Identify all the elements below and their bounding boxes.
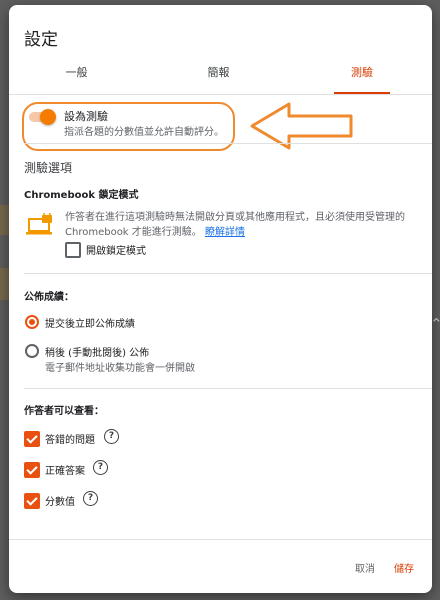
quiz-options-title: 測驗選項 <box>24 161 73 175</box>
tab-quiz[interactable]: 測驗 <box>334 61 390 94</box>
release-grade-heading: 公佈成績： <box>24 292 74 303</box>
point-values-checkbox[interactable] <box>24 493 40 509</box>
divider <box>24 143 432 144</box>
help-icon[interactable]: ? <box>93 460 108 475</box>
tab-bar: 一般 簡報 測驗 <box>9 61 432 95</box>
save-button[interactable]: 儲存 <box>394 560 414 575</box>
correct-answers-label: 正確答案 <box>45 466 85 477</box>
missed-questions-checkbox[interactable] <box>24 431 40 447</box>
missed-questions-label: 答錯的問題 <box>45 435 95 446</box>
release-later-label: 稍後 (手動批閱後) 公佈 <box>45 348 150 359</box>
release-immediately-radio[interactable] <box>25 315 39 329</box>
tab-general[interactable]: 一般 <box>39 61 114 94</box>
respondent-can-see-heading: 作答者可以查看： <box>24 406 104 417</box>
background-strip <box>0 268 9 300</box>
lock-mode-checkbox[interactable] <box>65 242 81 258</box>
settings-dialog: 設定 一般 簡報 測驗 設為測驗 指派各題的分數值並允許自動評分。 測驗選項 C… <box>9 5 432 593</box>
release-later-radio[interactable] <box>25 344 39 358</box>
learn-more-link[interactable]: 瞭解詳情 <box>205 227 245 238</box>
help-icon[interactable]: ? <box>104 429 119 444</box>
footer-divider <box>9 539 432 540</box>
tab-presentation[interactable]: 簡報 <box>181 61 256 94</box>
cancel-button[interactable]: 取消 <box>355 560 375 575</box>
correct-answers-checkbox[interactable] <box>24 462 40 478</box>
divider <box>24 273 432 274</box>
chromebook-lock-heading: Chromebook 鎖定模式 <box>24 190 139 201</box>
laptop-lock-icon <box>26 213 52 235</box>
point-values-label: 分數值 <box>45 497 75 508</box>
lock-mode-label: 開啟鎖定模式 <box>86 246 146 257</box>
release-later-note: 電子郵件地址收集功能會一併開啟 <box>45 363 195 374</box>
release-immediately-label: 提交後立即公佈成績 <box>45 319 135 330</box>
chromebook-lock-description: 作答者在進行這項測驗時無法開啟分頁或其他應用程式，且必須使用受管理的 Chrom… <box>65 210 417 240</box>
help-icon[interactable]: ? <box>83 491 98 506</box>
divider <box>24 388 432 389</box>
dialog-title: 設定 <box>24 30 58 50</box>
background-strip <box>0 205 9 235</box>
